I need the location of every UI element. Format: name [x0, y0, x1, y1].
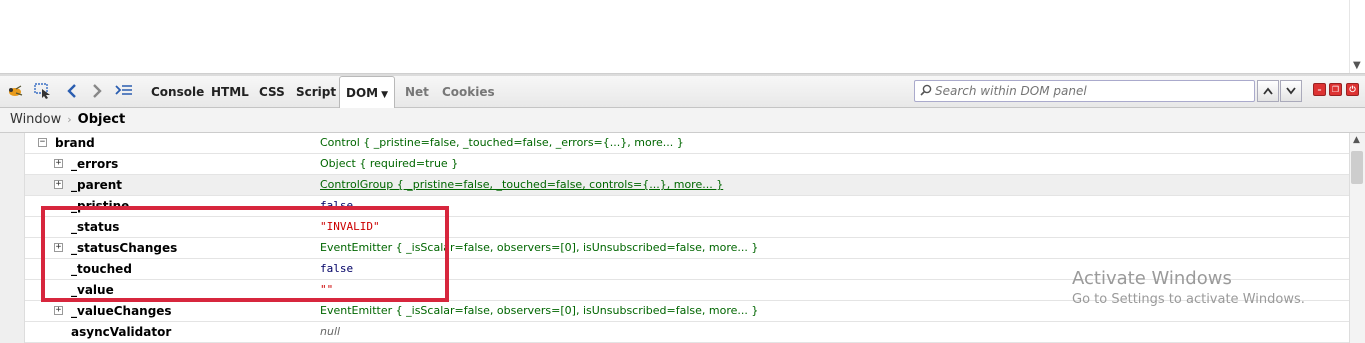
- property-value[interactable]: ControlGroup { _pristine=false, _touched…: [320, 175, 723, 195]
- breadcrumb: Window › Object: [0, 108, 1365, 133]
- dom-tree: − brand Control { _pristine=false, _touche…: [0, 133, 1349, 343]
- chevron-down-icon: ▼: [381, 90, 389, 100]
- tree-row[interactable]: + _statusChanges EventEmitter { _isScalar=…: [25, 238, 1349, 259]
- search-input[interactable]: [935, 83, 1245, 99]
- firebug-icon[interactable]: [6, 82, 24, 100]
- tree-row[interactable]: _status "INVALID": [25, 217, 1349, 238]
- tree-gutter: [0, 133, 25, 343]
- watermark-title: Activate Windows: [1072, 268, 1232, 289]
- scroll-up-icon[interactable]: ▲: [1353, 135, 1360, 145]
- search-previous-button[interactable]: [1257, 80, 1279, 102]
- property-name: asyncValidator: [71, 325, 172, 339]
- property-value: "INVALID": [320, 220, 380, 233]
- property-value: false: [320, 262, 354, 275]
- activation-watermark: Activate Windows Go to Settings to activ…: [1072, 268, 1305, 310]
- tab-script[interactable]: Script: [296, 76, 336, 107]
- tab-dom-label: DOM: [346, 86, 379, 100]
- detach-icon[interactable]: ❐: [1329, 83, 1342, 96]
- property-value: null: [320, 325, 341, 338]
- property-name: _parent: [71, 178, 123, 192]
- property-value: "": [320, 283, 334, 296]
- property-name: _value: [71, 283, 114, 297]
- property-name: _pristine: [71, 199, 130, 213]
- tab-dom[interactable]: DOM ▼: [339, 76, 396, 108]
- property-value[interactable]: EventEmitter { _isScalar=false, observer…: [320, 238, 758, 258]
- expand-icon[interactable]: +: [54, 306, 63, 315]
- search-icon: [920, 84, 932, 99]
- tab-cookies[interactable]: Cookies: [442, 76, 495, 107]
- tree-row[interactable]: _pristine false: [25, 196, 1349, 217]
- breadcrumb-item-window[interactable]: Window: [10, 112, 61, 127]
- power-close-icon[interactable]: ⏻: [1346, 83, 1359, 96]
- tab-css[interactable]: CSS: [259, 76, 285, 107]
- property-value[interactable]: EventEmitter { _isScalar=false, observer…: [320, 301, 758, 321]
- property-name: _valueChanges: [71, 304, 172, 318]
- property-name: _status: [71, 220, 120, 234]
- search-next-button[interactable]: [1280, 80, 1302, 102]
- back-arrow-icon[interactable]: [63, 82, 81, 100]
- chevron-down-icon: [1286, 87, 1296, 95]
- collapse-icon[interactable]: −: [38, 138, 47, 147]
- chevron-right-icon: ›: [67, 113, 72, 126]
- tree-row[interactable]: + _errors Object { required=true }: [25, 154, 1349, 175]
- tree-row[interactable]: − brand Control { _pristine=false, _touche…: [25, 133, 1349, 154]
- scrollbar-thumb[interactable]: [1351, 151, 1363, 184]
- property-name: _statusChanges: [71, 241, 178, 255]
- tree-row[interactable]: asyncValidator null: [25, 322, 1349, 343]
- tree-row[interactable]: + _parent ControlGroup { _pristine=false, …: [25, 175, 1349, 196]
- property-name: brand: [55, 136, 95, 150]
- tab-net[interactable]: Net: [405, 76, 429, 107]
- command-line-icon[interactable]: [115, 82, 133, 100]
- minimize-icon[interactable]: –: [1313, 83, 1326, 96]
- scroll-down-icon[interactable]: ▼: [1353, 60, 1361, 71]
- tab-console[interactable]: Console: [151, 76, 204, 107]
- forward-arrow-icon[interactable]: [88, 82, 106, 100]
- tree-scrollbar[interactable]: ▲: [1349, 133, 1365, 343]
- breadcrumb-item-object[interactable]: Object: [78, 112, 126, 127]
- watermark-subtitle: Go to Settings to activate Windows.: [1072, 292, 1305, 307]
- property-value: false: [320, 199, 354, 212]
- property-name: _touched: [71, 262, 132, 276]
- search-field[interactable]: [914, 80, 1255, 102]
- expand-icon[interactable]: +: [54, 243, 63, 252]
- tab-html[interactable]: HTML: [211, 76, 249, 107]
- expand-icon[interactable]: +: [54, 159, 63, 168]
- property-value[interactable]: Control { _pristine=false, _touched=fals…: [320, 133, 684, 153]
- chevron-up-icon: [1263, 87, 1273, 95]
- page-content-area: [0, 0, 1349, 73]
- devtools-toolbar: Console HTML CSS Script DOM ▼ Net Cookies…: [0, 76, 1365, 108]
- property-name: _errors: [71, 157, 119, 171]
- property-value[interactable]: Object { required=true }: [320, 154, 458, 174]
- expand-icon[interactable]: +: [54, 180, 63, 189]
- page-scrollbar[interactable]: ▼: [1349, 0, 1365, 73]
- inspect-element-icon[interactable]: [34, 82, 52, 100]
